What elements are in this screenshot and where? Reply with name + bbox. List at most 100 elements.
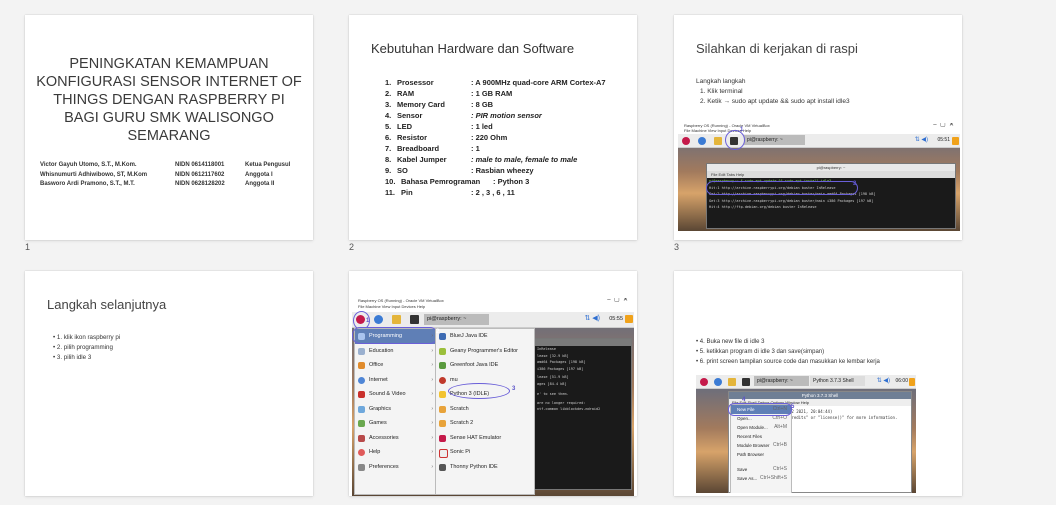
slide-thumbnail-5[interactable]: Raspberry OS (Running) - Oracle VM Virtu… xyxy=(349,271,637,496)
list-item: 10. Bahasa Pemrograman: Python 3 xyxy=(385,177,530,186)
step-badge: 4 xyxy=(742,397,746,403)
author-nidn: NIDN 0614118001 xyxy=(175,162,225,168)
update-icon xyxy=(952,137,959,145)
file-menu: New File Ctrl+N Open... Ctrl+O Open Module… xyxy=(730,404,792,493)
terminal-line: ntf-common libblockdev-mdraid2 xyxy=(537,407,601,411)
highlight-oval xyxy=(352,327,438,344)
slide-title: Kebutuhan Hardware dan Software xyxy=(371,41,575,56)
menu-item[interactable]: Recent Files xyxy=(731,432,791,441)
author-role: Anggota I xyxy=(245,171,273,178)
task-item: pi@raspberry: ~ xyxy=(754,376,809,386)
menu-item-games[interactable]: Games › xyxy=(355,416,437,431)
author-row: Victor Gayuh Utomo, S.T., M.Kom. NIDN 061… xyxy=(40,161,308,171)
slide-title: Langkah selanjutnya xyxy=(47,297,167,312)
slide-thumbnail-1[interactable]: PENINGKATAN KEMAMPUAN KONFIGURASI SENSOR… xyxy=(25,15,313,240)
terminal-menubar: File Edit Tabs Help xyxy=(707,171,955,178)
highlight-oval xyxy=(706,181,858,195)
submenu-item[interactable]: Sonic Pi xyxy=(436,445,534,460)
menu-item-sound-video[interactable]: Sound & Video › xyxy=(355,387,437,402)
author-nidn: NIDN 0628128202 xyxy=(175,181,225,187)
author-list: Victor Gayuh Utomo, S.T., M.Kom. NIDN 061… xyxy=(40,161,308,190)
list-item: • 3. pilih idle 3 xyxy=(53,354,92,361)
main-menu: Programming › Education › Office › Internet… xyxy=(354,328,438,495)
submenu-item[interactable]: BlueJ Java IDE xyxy=(436,329,534,344)
slide-thumbnail-4[interactable]: Langkah selanjutnya • 1. klik ikon raspb… xyxy=(25,271,313,496)
screenshot-idle: pi@raspberry: ~ Python 3.7.3 Shell ⇅ ◀) … xyxy=(696,375,916,493)
pi-taskbar: pi@raspberry: ~ Python 3.7.3 Shell ⇅ ◀) … xyxy=(696,375,916,389)
author-name: Victor Gayuh Utomo, S.T., M.Kom. xyxy=(40,162,137,168)
raspberry-icon xyxy=(682,137,690,145)
step-badge: 1 xyxy=(366,318,370,324)
terminal-line: Hit:4 http://ftp.debian.org/debian buste… xyxy=(709,205,817,209)
menu-item-help[interactable]: Help › xyxy=(355,445,437,460)
slide-thumbnail-6[interactable]: • 4. Buka new file di idle 3 • 5. ketikk… xyxy=(674,271,962,496)
list-item: • 2. pilih programming xyxy=(53,344,113,351)
task-item-python: Python 3.7.3 Shell xyxy=(810,376,865,386)
menu-item-education[interactable]: Education › xyxy=(355,344,437,359)
network-icon: ⇅ ◀) xyxy=(584,315,600,322)
list-item: • 6. print screen tampilan source code d… xyxy=(696,359,880,365)
highlight-oval xyxy=(728,403,792,416)
menu-item[interactable]: Save Ctrl+S xyxy=(731,465,791,474)
network-icon: ⇅ ◀) xyxy=(876,378,890,384)
slide-number: 3 xyxy=(674,242,680,252)
author-role: Anggota II xyxy=(245,181,275,187)
update-icon xyxy=(909,378,915,386)
step-badge: 2 xyxy=(436,329,440,335)
slide-number: 2 xyxy=(349,242,355,252)
list-item: 5. LED: 1 led xyxy=(385,122,493,131)
step-badge: 1 xyxy=(740,127,744,133)
menu-item[interactable]: Save As... Ctrl+Shift+S xyxy=(731,474,791,483)
browser-icon xyxy=(698,137,706,145)
step-badge: 5 xyxy=(791,404,795,410)
submenu-item[interactable]: Greenfoot Java IDE xyxy=(436,358,534,373)
terminal-icon xyxy=(742,378,750,386)
shell-title: Python 3.7.3 Shell xyxy=(729,392,911,399)
submenu-item[interactable]: Sense HAT Emulator xyxy=(436,431,534,446)
step-item: 2. Ketik → sudo apt update && sudo apt i… xyxy=(700,98,850,105)
steps-text: Langkah langkah 1. Klik terminal 2. Keti… xyxy=(696,77,850,107)
menu-item[interactable]: Path Browser xyxy=(731,450,791,459)
folder-icon xyxy=(728,378,736,386)
list-item: 9. SO: Rasbian wheezy xyxy=(385,166,534,175)
browser-icon xyxy=(714,378,722,386)
network-icon: ⇅ ◀) xyxy=(914,137,928,143)
menu-item[interactable]: Open Module... Alt+M xyxy=(731,423,791,432)
slide-thumbnail-3[interactable]: Silahkan di kerjakan di raspi Langkah la… xyxy=(674,15,962,240)
requirements-list: 1. Prosessor: A 900MHz quad-core ARM Cort… xyxy=(385,77,606,198)
clock: 06:00 xyxy=(895,378,908,384)
menu-item-office[interactable]: Office › xyxy=(355,358,437,373)
list-item: 11. Pin: 2 , 3 , 6 , 11 xyxy=(385,188,515,197)
update-icon xyxy=(625,315,633,323)
menu-item-accessories[interactable]: Accessories › xyxy=(355,431,437,446)
list-item: 2. RAM: 1 GB RAM xyxy=(385,89,513,98)
submenu-programming: BlueJ Java IDE Geany Programmer's Editor… xyxy=(435,328,535,495)
author-name: Whisnumurti Adhiwibowo, ST, M.Kom xyxy=(40,171,148,178)
list-item: 1. Prosessor: A 900MHz quad-core ARM Cort… xyxy=(385,78,606,87)
menu-item[interactable]: Module Browser Ctrl+B xyxy=(731,441,791,450)
list-item: 6. Resistor: 220 Ohm xyxy=(385,133,508,142)
step-item: 1. Klik terminal xyxy=(700,88,743,95)
author-nidn: NIDN 0612117602 xyxy=(175,171,225,178)
step-badge: 3 xyxy=(512,386,516,392)
menu-item-internet[interactable]: Internet › xyxy=(355,373,437,388)
submenu-item[interactable]: Scratch 2 xyxy=(436,416,534,431)
highlight-circle xyxy=(725,130,745,150)
slide-thumbnail-2[interactable]: Kebutuhan Hardware dan Software 1. Proses… xyxy=(349,15,637,240)
submenu-item[interactable]: Geany Programmer's Editor xyxy=(436,344,534,359)
menu-item-preferences[interactable]: Preferences › xyxy=(355,460,437,475)
list-item: 4. Sensor: PIR motion sensor xyxy=(385,111,542,120)
list-item: 3. Memory Card: 8 GB xyxy=(385,100,494,109)
task-item: pi@raspberry: ~ xyxy=(424,314,489,325)
submenu-item[interactable]: Scratch xyxy=(436,402,534,417)
author-role: Ketua Pengusul xyxy=(245,162,291,168)
slide-number: 1 xyxy=(25,242,31,252)
author-row: Basworo Ardi Pramono, S.T., M.T. NIDN 062… xyxy=(40,180,308,190)
terminal-window: InRelease lease [32.9 kB] amd64 Packages… xyxy=(534,338,632,490)
menu-item-graphics[interactable]: Graphics › xyxy=(355,402,437,417)
screenshot-terminal: Raspberry OS (Running) - Oracle VM Virtu… xyxy=(678,123,960,231)
terminal-icon xyxy=(410,315,419,324)
list-item: • 5. ketikkan program di idle 3 dan save… xyxy=(696,349,825,355)
bullet-list: • 4. Buka new file di idle 3 • 5. ketikk… xyxy=(696,337,880,367)
submenu-item[interactable]: Thonny Python IDE xyxy=(436,460,534,475)
